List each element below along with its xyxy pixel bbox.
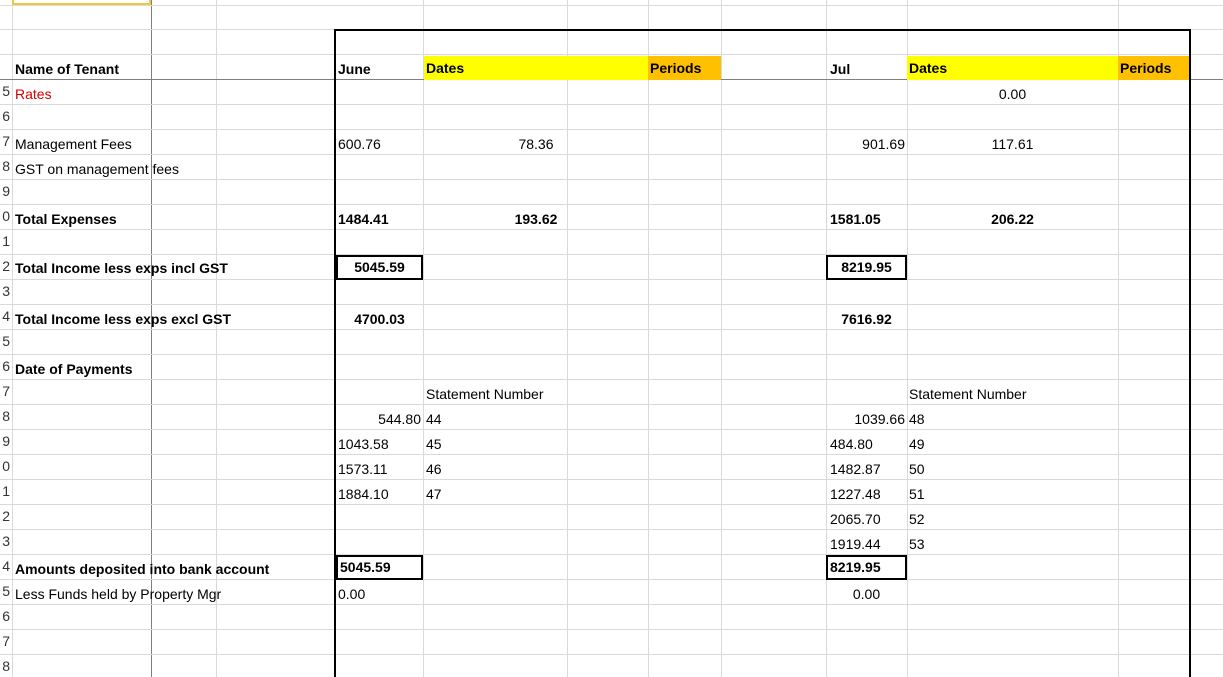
management-fees-label[interactable]: Management Fees <box>13 132 233 157</box>
row-header[interactable]: 6 <box>0 358 10 374</box>
gridline <box>0 105 1223 130</box>
june-periods-header[interactable]: Periods <box>648 56 721 80</box>
total-income-incl-gst-jul-cell[interactable]: 8219.95 <box>826 255 907 280</box>
jul-payment-amount[interactable]: 1039.66 <box>826 407 907 432</box>
june-payment-statement[interactable]: 47 <box>424 482 484 507</box>
gst-management-fees-label[interactable]: GST on management fees <box>13 157 233 182</box>
jul-payment-amount[interactable]: 1919.44 <box>828 532 907 557</box>
amounts-deposited-june-cell[interactable]: 5045.59 <box>336 555 423 580</box>
row-header[interactable]: 3 <box>0 283 10 299</box>
total-expenses-june-cell[interactable]: 1484.41 <box>336 207 423 232</box>
jul-payment-statement[interactable]: 53 <box>907 532 967 557</box>
row-header[interactable]: 3 <box>0 533 10 549</box>
less-funds-held-label[interactable]: Less Funds held by Property Mgr <box>13 582 313 607</box>
june-payment-statement[interactable]: 44 <box>424 407 484 432</box>
row-header[interactable]: 6 <box>0 108 10 124</box>
gridline <box>0 455 1223 480</box>
gridline <box>0 330 1223 355</box>
june-payment-statement[interactable]: 46 <box>424 457 484 482</box>
gridline <box>0 230 1223 255</box>
gridline <box>0 480 1223 505</box>
row-header[interactable]: 6 <box>0 608 10 624</box>
row-header[interactable]: 8 <box>0 408 10 424</box>
gridline <box>0 655 1223 677</box>
gridline <box>0 280 1223 305</box>
row-header[interactable]: 4 <box>0 558 10 574</box>
row-header[interactable]: 1 <box>0 233 10 249</box>
rates-jul-dates-cell[interactable]: 0.00 <box>907 82 1118 107</box>
spreadsheet-grid[interactable]: 5 6 7 8 9 0 1 2 3 4 5 6 7 8 9 0 1 2 3 4 … <box>0 0 1223 677</box>
june-header[interactable]: June <box>336 57 423 82</box>
gridline <box>0 530 1223 555</box>
selected-cell[interactable] <box>12 0 151 5</box>
june-payment-amount[interactable]: 1043.58 <box>336 432 423 457</box>
row-header[interactable]: 2 <box>0 258 10 274</box>
total-expenses-label[interactable]: Total Expenses <box>13 207 213 232</box>
row-header[interactable]: 0 <box>0 458 10 474</box>
gridline <box>0 430 1223 455</box>
row-header[interactable]: 5 <box>0 333 10 349</box>
section-border-right <box>1189 29 1191 677</box>
row-header[interactable]: 5 <box>0 583 10 599</box>
row-header[interactable]: 9 <box>0 183 10 199</box>
section-border-top <box>334 29 1191 31</box>
jul-header[interactable]: Jul <box>828 57 907 82</box>
jul-payment-amount[interactable]: 484.80 <box>828 432 907 457</box>
jul-payment-statement[interactable]: 51 <box>907 482 967 507</box>
row-header[interactable]: 5 <box>0 83 10 99</box>
gridline <box>0 405 1223 430</box>
row-header[interactable]: 1 <box>0 483 10 499</box>
less-funds-held-jul-cell[interactable]: 0.00 <box>826 582 907 607</box>
gridline <box>0 180 1223 205</box>
gridline <box>0 605 1223 630</box>
total-income-excl-gst-jul-cell[interactable]: 7616.92 <box>826 307 907 332</box>
june-payment-statement[interactable]: 45 <box>424 432 484 457</box>
total-income-excl-gst-june-cell[interactable]: 4700.03 <box>336 307 423 332</box>
amounts-deposited-label[interactable]: Amounts deposited into bank account <box>13 557 333 582</box>
statement-number-june-header[interactable]: Statement Number <box>424 382 644 407</box>
june-dates-header[interactable]: Dates <box>424 56 648 80</box>
june-payment-amount[interactable]: 1884.10 <box>336 482 423 507</box>
total-income-incl-gst-label[interactable]: Total Income less exps incl GST <box>13 256 313 281</box>
total-expenses-jul-dates-cell[interactable]: 206.22 <box>907 207 1118 232</box>
jul-payment-statement[interactable]: 52 <box>907 507 967 532</box>
row-header[interactable]: 7 <box>0 633 10 649</box>
row-header[interactable]: 8 <box>0 158 10 174</box>
management-fees-june-cell[interactable]: 600.76 <box>336 132 423 157</box>
jul-payment-amount[interactable]: 2065.70 <box>828 507 907 532</box>
row-header[interactable]: 4 <box>0 308 10 324</box>
total-income-incl-gst-june-cell[interactable]: 5045.59 <box>336 255 423 280</box>
row-header[interactable]: 2 <box>0 508 10 524</box>
jul-payment-statement[interactable]: 49 <box>907 432 967 457</box>
amounts-deposited-jul-cell[interactable]: 8219.95 <box>826 555 907 580</box>
row-header[interactable]: 7 <box>0 133 10 149</box>
less-funds-held-june-cell[interactable]: 0.00 <box>336 582 423 607</box>
row-header[interactable]: 7 <box>0 383 10 399</box>
gridline <box>0 6 1223 30</box>
june-payment-amount[interactable]: 544.80 <box>336 407 423 432</box>
jul-periods-header[interactable]: Periods <box>1118 56 1189 80</box>
jul-payment-statement[interactable]: 50 <box>907 457 967 482</box>
management-fees-jul-cell[interactable]: 901.69 <box>826 132 907 157</box>
gridline <box>0 630 1223 655</box>
statement-number-jul-header[interactable]: Statement Number <box>907 382 1118 407</box>
name-of-tenant-header[interactable]: Name of Tenant <box>13 57 213 82</box>
row-header[interactable]: 0 <box>0 208 10 224</box>
jul-dates-header[interactable]: Dates <box>907 56 1119 80</box>
rates-label[interactable]: Rates <box>13 82 213 107</box>
date-of-payments-label[interactable]: Date of Payments <box>13 357 213 382</box>
gridline <box>0 505 1223 530</box>
jul-payment-amount[interactable]: 1227.48 <box>828 482 907 507</box>
june-payment-amount[interactable]: 1573.11 <box>336 457 423 482</box>
row-header[interactable]: 8 <box>0 658 10 674</box>
jul-payment-statement[interactable]: 48 <box>907 407 967 432</box>
jul-payment-amount[interactable]: 1482.87 <box>828 457 907 482</box>
total-expenses-jul-cell[interactable]: 1581.05 <box>828 207 907 232</box>
gridline <box>0 30 1223 55</box>
row-header[interactable]: 9 <box>0 433 10 449</box>
total-income-excl-gst-label[interactable]: Total Income less exps excl GST <box>13 307 313 332</box>
management-fees-june-dates-cell[interactable]: 78.36 <box>424 132 648 157</box>
management-fees-jul-dates-cell[interactable]: 117.61 <box>907 132 1118 157</box>
total-expenses-june-dates-cell[interactable]: 193.62 <box>424 207 648 232</box>
